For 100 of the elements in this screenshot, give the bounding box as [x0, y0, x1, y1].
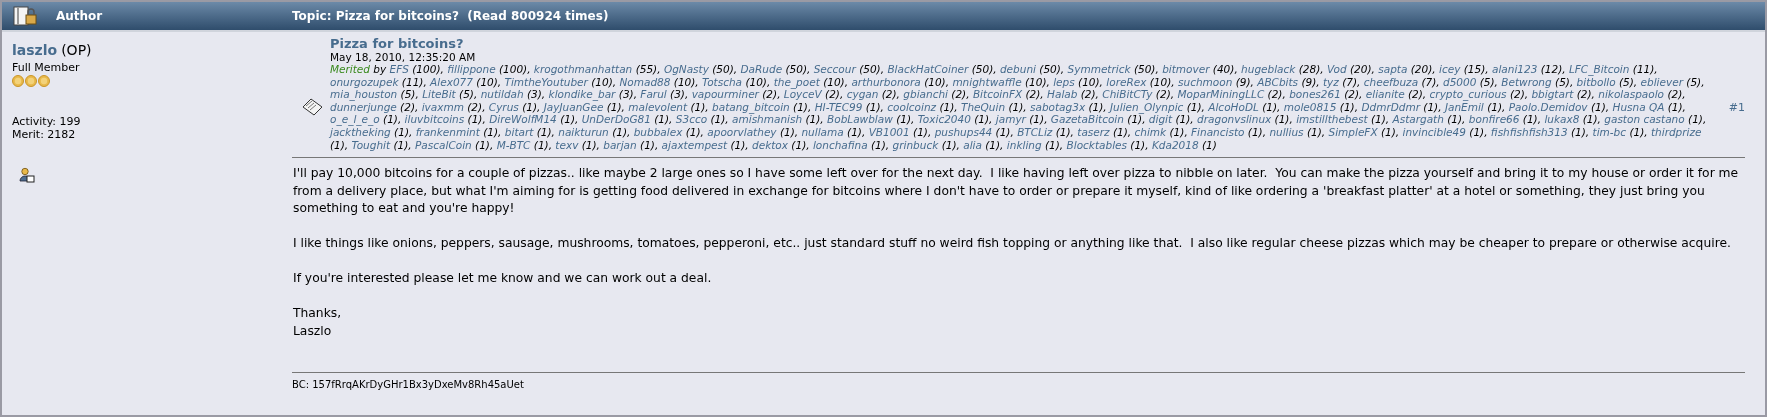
merit-user-link[interactable]: cheefbuza — [1363, 75, 1419, 88]
merit-user-link[interactable]: vapourminer — [691, 88, 759, 101]
merit-user-link[interactable]: crypto_curious — [1429, 88, 1507, 101]
merit-user-link[interactable]: MoparMiningLLC — [1177, 88, 1265, 101]
merit-user-link[interactable]: BitcoinFX — [972, 88, 1023, 101]
merit-user-link[interactable]: ChiBitCTy — [1102, 88, 1153, 101]
merit-user-link[interactable]: bubbalex — [633, 125, 683, 138]
merit-user-link[interactable]: gaston castano — [1604, 113, 1685, 126]
merit-user-link[interactable]: fishfishfish313 — [1490, 125, 1568, 138]
merit-user-link[interactable]: Cyrus — [488, 100, 519, 113]
merit-user-link[interactable]: dunnerjunge — [330, 100, 397, 113]
merit-user-link[interactable]: Julien_Olynpic — [1110, 100, 1184, 113]
merit-user-link[interactable]: mia_houston — [330, 88, 398, 101]
merit-user-link[interactable]: Toxic2040 — [917, 113, 971, 126]
merit-user-link[interactable]: ajaxtempest — [661, 138, 728, 151]
merit-user-link[interactable]: cygan — [846, 88, 879, 101]
merit-user-link[interactable]: arthurbonora — [851, 75, 921, 88]
merit-user-link[interactable]: ivaxmm — [421, 100, 464, 113]
merit-user-link[interactable]: icey — [1439, 63, 1461, 75]
merit-user-link[interactable]: frankenmint — [415, 125, 480, 138]
merit-user-link[interactable]: barjan — [603, 138, 637, 151]
merit-user-link[interactable]: alani123 — [1491, 63, 1538, 75]
merit-user-link[interactable]: LFC_Bitcoin — [1568, 63, 1630, 75]
merit-user-link[interactable]: lonchafina — [812, 138, 868, 151]
merit-user-link[interactable]: nutildah — [480, 88, 524, 101]
merit-user-link[interactable]: klondike_bar — [548, 88, 616, 101]
merit-user-link[interactable]: gbianchi — [903, 88, 948, 101]
merit-user-link[interactable]: LoyceV — [783, 88, 822, 101]
merit-user-link[interactable]: taserz — [1077, 125, 1110, 138]
merit-user-link[interactable]: JanEmil — [1444, 100, 1484, 113]
post-title-link[interactable]: Pizza for bitcoins? — [330, 36, 1721, 51]
merit-user-link[interactable]: Totscha — [702, 75, 743, 88]
merit-user-link[interactable]: malevolent — [628, 100, 688, 113]
merit-user-link[interactable]: debuni — [999, 63, 1036, 75]
merit-user-link[interactable]: Kda2018 — [1151, 138, 1199, 151]
merit-user-link[interactable]: bitmover — [1162, 63, 1210, 75]
merit-user-link[interactable]: BlackHatCoiner — [887, 63, 969, 75]
merit-user-link[interactable]: inkling — [1006, 138, 1042, 151]
merit-user-link[interactable]: iluvbitcoins — [404, 113, 465, 126]
merit-user-link[interactable]: bones261 — [1289, 88, 1341, 101]
merit-user-link[interactable]: loreRex — [1106, 75, 1147, 88]
merit-user-link[interactable]: SimpleFX — [1328, 125, 1378, 138]
merit-user-link[interactable]: Financisto — [1191, 125, 1245, 138]
merit-user-link[interactable]: lukax8 — [1544, 113, 1580, 126]
merit-user-link[interactable]: mnightwaffle — [952, 75, 1022, 88]
merit-user-link[interactable]: dragonvslinux — [1197, 113, 1272, 126]
merit-user-link[interactable]: DireWolfM14 — [489, 113, 557, 126]
merit-user-link[interactable]: PascalCoin — [415, 138, 472, 151]
merit-user-link[interactable]: OgNasty — [663, 63, 709, 75]
merit-user-link[interactable]: JayJuanGee — [543, 100, 604, 113]
merit-user-link[interactable]: Paolo.Demidov — [1508, 100, 1588, 113]
merit-user-link[interactable]: the_poet — [773, 75, 820, 88]
post-number-link[interactable]: #1 — [1728, 100, 1745, 117]
merit-user-link[interactable]: LiteBit — [422, 88, 456, 101]
merit-user-link[interactable]: bitbollo — [1576, 75, 1616, 88]
merit-user-link[interactable]: texv — [555, 138, 579, 151]
merit-user-link[interactable]: naikturun — [558, 125, 609, 138]
merit-user-link[interactable]: bitart — [504, 125, 534, 138]
merit-user-link[interactable]: o_e_l_e_o — [330, 113, 380, 126]
merit-user-link[interactable]: Seccour — [813, 63, 856, 75]
merit-user-link[interactable]: HI-TEC99 — [814, 100, 863, 113]
merit-user-link[interactable]: BTCLiz — [1017, 125, 1053, 138]
merit-user-link[interactable]: sapta — [1378, 63, 1408, 75]
merit-user-link[interactable]: leps — [1053, 75, 1075, 88]
merit-user-link[interactable]: digit — [1148, 113, 1173, 126]
merit-user-link[interactable]: DaRude — [740, 63, 783, 75]
merit-user-link[interactable]: mole0815 — [1283, 100, 1337, 113]
merit-user-link[interactable]: hugeblack — [1241, 63, 1296, 75]
merit-user-link[interactable]: Astargath — [1392, 113, 1444, 126]
merit-user-link[interactable]: jacktheking — [330, 125, 391, 138]
merit-user-link[interactable]: elianite — [1365, 88, 1405, 101]
merit-user-link[interactable]: VB1001 — [868, 125, 910, 138]
merit-user-link[interactable]: grinbuck — [892, 138, 939, 151]
merit-user-link[interactable]: S3cco — [675, 113, 708, 126]
merit-user-link[interactable]: Husna QA — [1612, 100, 1665, 113]
merit-user-link[interactable]: dektox — [752, 138, 788, 151]
merit-user-link[interactable]: Farul — [640, 88, 667, 101]
merit-user-link[interactable]: Alex077 — [430, 75, 473, 88]
merit-user-link[interactable]: sabotag3x — [1030, 100, 1086, 113]
merit-user-link[interactable]: Betwrong — [1501, 75, 1552, 88]
merit-user-link[interactable]: Blocktables — [1066, 138, 1127, 151]
merit-user-link[interactable]: onurgozupek — [330, 75, 399, 88]
merit-user-link[interactable]: Symmetrick — [1067, 63, 1131, 75]
merit-user-link[interactable]: d5000 — [1442, 75, 1477, 88]
merit-user-link[interactable]: TheQuin — [961, 100, 1006, 113]
merit-user-link[interactable]: apoorvlathey — [707, 125, 777, 138]
merit-user-link[interactable]: Vod — [1327, 63, 1347, 75]
merit-user-link[interactable]: alia — [963, 138, 982, 151]
merit-user-link[interactable]: TimtheYoutuber — [504, 75, 588, 88]
merit-user-link[interactable]: bonfire66 — [1468, 113, 1520, 126]
merit-user-link[interactable]: nullius — [1269, 125, 1304, 138]
merit-user-link[interactable]: ebliever — [1640, 75, 1683, 88]
merit-user-link[interactable]: suchmoon — [1178, 75, 1233, 88]
author-name-link[interactable]: laszlo — [12, 40, 58, 61]
merit-user-link[interactable]: Halab — [1047, 88, 1078, 101]
merit-user-link[interactable]: tim-bc — [1592, 125, 1627, 138]
merit-user-link[interactable]: UnDerDoG81 — [581, 113, 651, 126]
merit-user-link[interactable]: krogothmanhattan — [533, 63, 633, 75]
merit-user-link[interactable]: BobLawblaw — [827, 113, 893, 126]
merit-user-link[interactable]: GazetaBitcoin — [1050, 113, 1124, 126]
